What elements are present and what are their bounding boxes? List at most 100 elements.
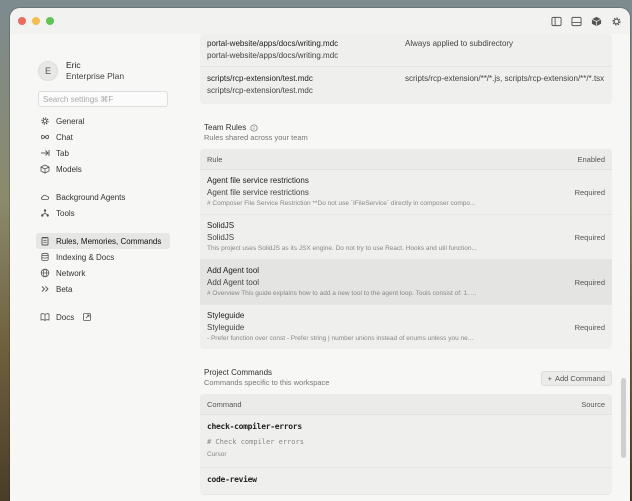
minimize-window-button[interactable]	[32, 17, 40, 25]
column-header-rule: Rule	[207, 154, 223, 164]
sidebar-item-label: Network	[56, 268, 86, 278]
project-commands-subtitle: Commands specific to this workspace	[204, 378, 330, 387]
sidebar-item-label: Indexing & Docs	[56, 252, 115, 262]
scrollbar[interactable]	[621, 378, 626, 458]
command-source: Cursor	[207, 451, 227, 458]
main-content: portal-website/apps/docs/writing.mdc por…	[200, 34, 612, 501]
cube-icon	[40, 164, 50, 174]
book-icon	[40, 312, 50, 322]
avatar: E	[38, 61, 58, 81]
sidebar-item-label: Tools	[56, 208, 75, 218]
table-row[interactable]: portal-website/apps/docs/writing.mdc por…	[200, 34, 612, 67]
table-header: Rule Enabled	[200, 149, 612, 170]
sidebar-item-label: General	[56, 116, 85, 126]
sidebar-left-icon[interactable]	[551, 16, 562, 27]
team-rules-title: Team Rules	[204, 123, 247, 132]
sidebar-item-models[interactable]: Models	[36, 161, 170, 177]
clipboard-icon	[40, 236, 50, 246]
rule-title: Agent file service restrictions	[207, 176, 309, 185]
column-header-command: Command	[207, 399, 242, 409]
rule-path: scripts/rcp-extension/test.mdc	[207, 74, 313, 83]
database-icon	[40, 252, 50, 262]
gear-icon[interactable]	[611, 16, 622, 27]
rule-path-secondary: scripts/rcp-extension/test.mdc	[207, 86, 313, 95]
info-icon[interactable]	[250, 123, 258, 132]
table-row[interactable]: Styleguide Styleguide - Prefer function ov…	[200, 305, 612, 349]
rule-path-secondary: portal-website/apps/docs/writing.mdc	[207, 51, 339, 60]
rule-status: Required	[574, 187, 605, 197]
user-plan: Enterprise Plan	[66, 71, 125, 81]
user-name: Eric	[66, 60, 81, 70]
project-commands-table: Command Source check-compiler-errors # Ch…	[200, 394, 612, 495]
table-header: Command Source	[200, 394, 612, 415]
sidebar-item-rules-memories-commands[interactable]: Rules, Memories, Commands	[36, 233, 170, 249]
cloud-icon	[40, 192, 50, 202]
sidebar-item-label: Beta	[56, 284, 73, 294]
user-profile: E Eric Enterprise Plan	[38, 60, 172, 82]
rule-path: portal-website/apps/docs/writing.mdc	[207, 39, 339, 48]
rule-applies: scripts/rcp-extension/**/*.js, scripts/r…	[405, 74, 605, 83]
sidebar-item-tools[interactable]: Tools	[36, 205, 170, 221]
sidebar-item-label: Tab	[56, 148, 69, 158]
rule-applies: Always applied to subdirectory	[405, 39, 514, 48]
rule-preview: - Prefer function over const - Prefer st…	[207, 335, 474, 342]
sidebar-item-docs[interactable]: Docs	[36, 309, 170, 325]
add-command-label: Add Command	[554, 374, 605, 383]
table-row[interactable]: check-compiler-errors # Check compiler er…	[200, 415, 612, 468]
rule-preview: # Composer File Service Restriction **Do…	[207, 200, 476, 207]
nav-group-spacer	[36, 221, 172, 233]
cube-icon[interactable]	[591, 16, 602, 27]
sidebar-item-background-agents[interactable]: Background Agents	[36, 189, 170, 205]
window-controls	[18, 17, 54, 25]
project-commands-title: Project Commands	[204, 368, 273, 377]
settings-window: E Eric Enterprise Plan Search settings ⌘…	[10, 8, 630, 501]
rule-status: Required	[574, 232, 605, 242]
project-rules-table: portal-website/apps/docs/writing.mdc por…	[200, 34, 612, 104]
rule-subtitle: Agent file service restrictions	[207, 188, 309, 197]
sidebar-item-label: Models	[56, 164, 82, 174]
sidebar-item-general[interactable]: General	[36, 113, 170, 129]
sidebar-item-indexing-docs[interactable]: Indexing & Docs	[36, 249, 170, 265]
project-commands-header: Project Commands Commands specific to th…	[200, 367, 612, 394]
rule-title: SolidJS	[207, 221, 235, 230]
globe-icon	[40, 268, 50, 278]
sidebar-item-chat[interactable]: Chat	[36, 129, 170, 145]
rule-preview: # Overview This guide explains how to ad…	[207, 290, 477, 297]
command-description: # Check compiler errors	[207, 438, 304, 446]
team-rules-header: Team Rules Rules shared across your team	[200, 122, 612, 143]
rule-title: Add Agent tool	[207, 266, 260, 275]
sidebar-item-tab[interactable]: Tab	[36, 145, 170, 161]
sidebar-item-label: Docs	[56, 312, 75, 322]
table-row[interactable]: Agent file service restrictions Agent fil…	[200, 170, 612, 215]
sidebar-item-label: Rules, Memories, Commands	[56, 236, 162, 246]
add-command-button[interactable]: + Add Command	[540, 371, 612, 386]
table-row[interactable]: code-review	[200, 468, 612, 495]
rule-title: Styleguide	[207, 311, 245, 320]
sidebar-item-label: Chat	[56, 132, 73, 142]
column-header-enabled: Enabled	[577, 154, 605, 164]
zoom-window-button[interactable]	[46, 17, 54, 25]
external-link-icon	[82, 312, 92, 322]
rule-subtitle: SolidJS	[207, 233, 235, 242]
panel-bottom-icon[interactable]	[571, 16, 582, 27]
rule-subtitle: Styleguide	[207, 323, 245, 332]
command-name: code-review	[207, 475, 257, 484]
settings-sidebar: E Eric Enterprise Plan Search settings ⌘…	[10, 34, 180, 501]
sidebar-item-beta[interactable]: Beta	[36, 281, 170, 297]
gear-icon	[40, 116, 50, 126]
search-settings-input[interactable]: Search settings ⌘F	[38, 91, 168, 107]
nav-group-spacer	[36, 297, 172, 309]
table-row[interactable]: scripts/rcp-extension/test.mdc scripts/r…	[200, 67, 612, 104]
team-rules-subtitle: Rules shared across your team	[204, 133, 308, 142]
close-window-button[interactable]	[18, 17, 26, 25]
sidebar-item-network[interactable]: Network	[36, 265, 170, 281]
column-header-source: Source	[581, 399, 605, 409]
table-row[interactable]: Add Agent tool Add Agent tool # Overview T…	[200, 260, 612, 305]
tab-arrow-icon	[40, 148, 50, 158]
rule-preview: This project uses SolidJS as its JSX eng…	[207, 245, 477, 252]
command-name: check-compiler-errors	[207, 422, 302, 431]
chevrons-icon	[40, 284, 50, 294]
table-row[interactable]: SolidJS SolidJS This project uses SolidJS …	[200, 215, 612, 260]
tools-icon	[40, 208, 50, 218]
search-placeholder: Search settings ⌘F	[43, 94, 114, 104]
